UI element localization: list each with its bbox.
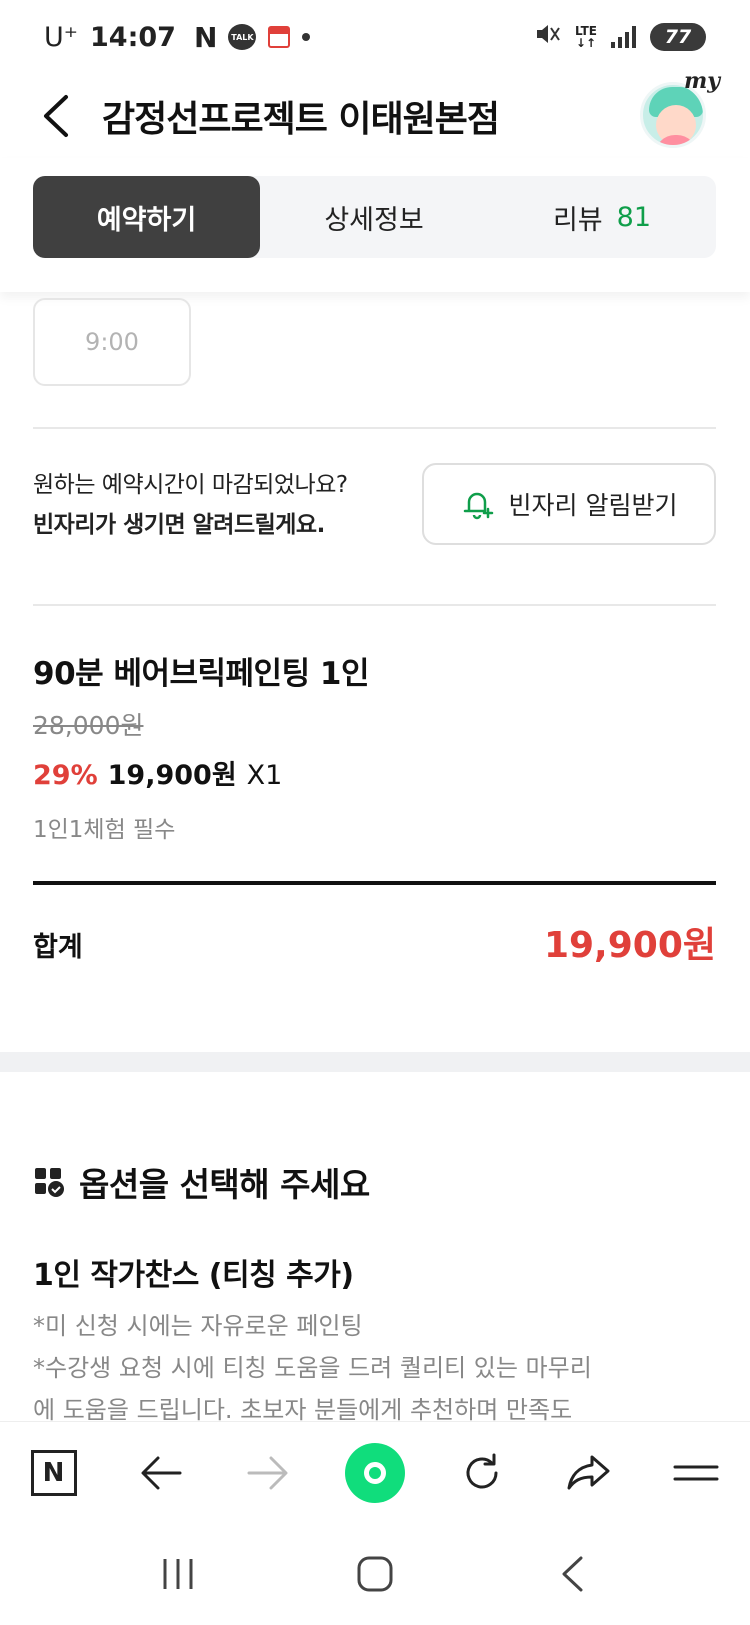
option-desc-line: 에 도움을 드립니다. 초보자 분들에게 추천하며 만족도 bbox=[33, 1396, 573, 1421]
refresh-button[interactable] bbox=[429, 1422, 536, 1523]
tab-bar: 예약하기 상세정보 리뷰 81 bbox=[33, 176, 716, 258]
waitlist-alert-button[interactable]: 빈자리 알림받기 bbox=[422, 463, 716, 545]
my-avatar-button[interactable]: my bbox=[636, 68, 720, 152]
review-count: 81 bbox=[616, 201, 652, 233]
product-notice: 1인1체험 필수 bbox=[33, 817, 176, 843]
options-check-icon bbox=[35, 1168, 64, 1197]
tab-reviews[interactable]: 리뷰 81 bbox=[488, 176, 716, 258]
calendar-notification-icon bbox=[268, 26, 291, 48]
system-back-button[interactable] bbox=[532, 1544, 612, 1604]
waitlist-message-line2: 빈자리가 생기면 알려드릴게요. bbox=[33, 512, 325, 538]
tab-reservation[interactable]: 예약하기 bbox=[33, 176, 260, 258]
quantity: X1 bbox=[246, 760, 283, 791]
green-dot-button[interactable] bbox=[321, 1422, 428, 1523]
signal-icon bbox=[611, 26, 636, 48]
waitlist-alert-label: 빈자리 알림받기 bbox=[508, 491, 678, 520]
more-notifications-icon bbox=[302, 33, 311, 41]
naver-notification-icon: N bbox=[193, 20, 217, 54]
status-left: U⁺ 14:07 N TALK bbox=[44, 20, 311, 54]
network-label: LTE bbox=[574, 24, 597, 38]
naver-home-button[interactable]: N bbox=[0, 1422, 107, 1523]
tab-bar-container: 예약하기 상세정보 리뷰 81 bbox=[0, 158, 750, 292]
browser-back-button[interactable] bbox=[107, 1422, 214, 1523]
page-title: 감정선프로젝트 이태원본점 bbox=[102, 99, 500, 140]
green-dot-icon bbox=[344, 1442, 405, 1503]
home-icon bbox=[357, 1556, 393, 1592]
waitlist-message-line1: 원하는 예약시간이 마감되었나요? bbox=[33, 472, 348, 498]
chevron-left-icon bbox=[44, 95, 68, 137]
share-icon bbox=[567, 1455, 610, 1489]
status-bar: U⁺ 14:07 N TALK LTE ↓↑ 77 bbox=[0, 0, 750, 74]
bell-plus-icon bbox=[463, 492, 493, 520]
option-desc-line: *미 신청 시에는 자유로운 페인팅 bbox=[33, 1312, 363, 1340]
original-price: 28,000원 bbox=[33, 711, 144, 740]
clock: 14:07 bbox=[90, 21, 176, 53]
browser-toolbar: N bbox=[0, 1421, 750, 1523]
recent-apps-icon bbox=[163, 1559, 193, 1589]
app-header: 감정선프로젝트 이태원본점 my bbox=[0, 68, 750, 158]
options-title: 옵션을 선택해 주세요 bbox=[79, 1165, 370, 1204]
my-label: my bbox=[683, 68, 720, 94]
time-slot-button[interactable]: 9:00 bbox=[33, 298, 191, 386]
discount-rate: 29% bbox=[33, 760, 98, 791]
divider bbox=[33, 604, 716, 606]
product-name: 90분 베어브릭페인팅 1인 bbox=[33, 656, 369, 692]
carrier-label: U⁺ bbox=[44, 21, 79, 53]
back-button[interactable] bbox=[30, 91, 80, 141]
option-description: *미 신청 시에는 자유로운 페인팅 *수강생 요청 시에 티칭 도움을 드려 … bbox=[33, 1305, 723, 1421]
option-desc-line: *수강생 요청 시에 티칭 도움을 드려 퀄리티 있는 마무리 bbox=[33, 1354, 592, 1382]
total-divider bbox=[33, 881, 716, 885]
back-icon bbox=[562, 1556, 583, 1592]
browser-forward-button[interactable] bbox=[214, 1422, 321, 1523]
divider bbox=[33, 427, 716, 429]
tab-reviews-label: 리뷰 bbox=[552, 204, 603, 236]
kakaotalk-notification-icon: TALK bbox=[228, 24, 257, 50]
system-navigation bbox=[0, 1523, 750, 1625]
battery-indicator: 77 bbox=[650, 23, 706, 51]
total-value: 19,900원 bbox=[543, 925, 716, 966]
sale-price: 19,900원 bbox=[107, 760, 237, 791]
tab-details[interactable]: 상세정보 bbox=[260, 176, 488, 258]
options-heading: 옵션을 선택해 주세요 bbox=[33, 1158, 370, 1206]
home-button[interactable] bbox=[335, 1544, 415, 1604]
browser-menu-button[interactable] bbox=[643, 1422, 750, 1523]
naver-home-icon: N bbox=[30, 1449, 77, 1496]
menu-icon bbox=[673, 1465, 719, 1480]
mute-icon bbox=[535, 22, 561, 52]
price-row: 29% 19,900원 X1 bbox=[33, 753, 282, 792]
forward-arrow-icon bbox=[247, 1456, 288, 1489]
lte-icon: LTE ↓↑ bbox=[574, 24, 597, 50]
waitlist-message: 원하는 예약시간이 마감되었나요? 빈자리가 생기면 알려드릴게요. bbox=[33, 465, 348, 545]
option-item-name[interactable]: 1인 작가찬스 (티칭 추가) bbox=[33, 1250, 354, 1294]
back-arrow-icon bbox=[141, 1456, 182, 1489]
section-separator bbox=[0, 1052, 750, 1072]
total-label: 합계 bbox=[33, 932, 83, 963]
share-button[interactable] bbox=[536, 1422, 643, 1523]
refresh-icon bbox=[466, 1453, 498, 1488]
recent-apps-button[interactable] bbox=[138, 1544, 218, 1604]
status-right: LTE ↓↑ 77 bbox=[535, 22, 706, 52]
